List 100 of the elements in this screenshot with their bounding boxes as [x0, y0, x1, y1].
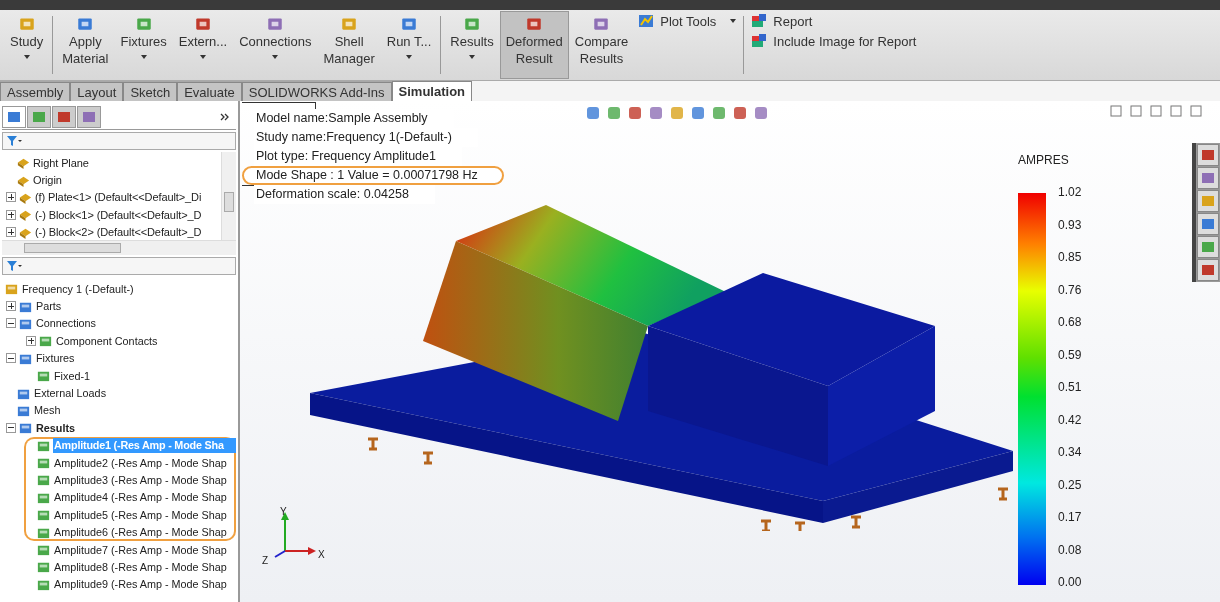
view-tool-icon[interactable]: [732, 105, 748, 121]
ribbon-button[interactable]: Fixtures: [114, 11, 173, 79]
pane-icon: [1200, 216, 1216, 232]
caret-icon: [406, 55, 413, 59]
task-pane-button[interactable]: [1197, 167, 1219, 189]
legend-value: 0.93: [1058, 217, 1082, 232]
view-tool-icon[interactable]: [627, 105, 643, 121]
ribbon-button[interactable]: Compare Results: [568, 11, 635, 79]
info-text: Deformation scale: 0.04258: [254, 185, 435, 204]
tree-item[interactable]: Results: [35, 420, 236, 436]
task-pane-button[interactable]: [1197, 144, 1219, 166]
report-button[interactable]: Report: [747, 12, 921, 30]
tab-icon: [56, 109, 72, 125]
ribbon-button[interactable]: Study: [4, 11, 50, 79]
expand-toggle[interactable]: [26, 335, 36, 346]
filter-bar[interactable]: [2, 132, 236, 150]
tree-item[interactable]: External Loads: [33, 385, 236, 401]
panel-tab[interactable]: [27, 106, 51, 128]
ribbon-tab[interactable]: Sketch: [123, 82, 178, 101]
expand-toggle[interactable]: [6, 192, 16, 203]
tree-item[interactable]: Amplitude8 (-Res Amp - Mode Shap: [53, 559, 236, 575]
expand-toggle[interactable]: [6, 422, 16, 433]
tree-item[interactable]: Frequency 1 (-Default-): [21, 281, 236, 297]
view-tool-icon[interactable]: [690, 105, 706, 121]
ribbon-tab[interactable]: SOLIDWORKS Add-Ins: [241, 82, 392, 101]
ribbon-button[interactable]: Extern...: [172, 11, 234, 79]
tree-item[interactable]: (f) Plate<1> (Default<<Default>_Di: [35, 191, 202, 204]
window-control-icon[interactable]: [1190, 105, 1202, 117]
tree-item[interactable]: Component Contacts: [55, 333, 236, 349]
task-pane-button[interactable]: [1197, 190, 1219, 212]
panel-tab[interactable]: [77, 106, 101, 128]
tree-item[interactable]: Amplitude9 (-Res Amp - Mode Shap: [53, 576, 236, 592]
view-tool-icon[interactable]: [711, 105, 727, 121]
pane-icon: [1200, 170, 1216, 186]
colored-block-icon: [463, 15, 481, 33]
tree-item[interactable]: Amplitude6 (-Res Amp - Mode Shap: [53, 524, 236, 540]
expand-toggle[interactable]: [6, 301, 16, 312]
window-control-icon[interactable]: [1130, 105, 1142, 117]
tree-item[interactable]: Right Plane: [33, 156, 89, 169]
ribbon-tab[interactable]: Assembly: [0, 82, 71, 101]
report-icon: [751, 33, 768, 49]
tree-item[interactable]: Parts: [35, 298, 236, 314]
legend-value: 1.02: [1058, 185, 1082, 199]
legend-title: AMPRES: [1018, 153, 1070, 167]
plot-tools-button[interactable]: Plot Tools: [634, 12, 741, 30]
expand-toggle[interactable]: [6, 209, 16, 220]
window-control-icon[interactable]: [1170, 105, 1182, 117]
ribbon-button[interactable]: Shell Manager: [317, 11, 381, 79]
ribbon-button[interactable]: Connections: [233, 11, 318, 79]
tree-item[interactable]: Amplitude4 (-Res Amp - Mode Shap: [53, 489, 236, 505]
ribbon-button[interactable]: Deformed Result: [499, 11, 569, 79]
view-tool-icon[interactable]: [669, 105, 685, 121]
expand-toggle[interactable]: [6, 227, 16, 238]
panel-tab[interactable]: [2, 106, 26, 128]
tree-item[interactable]: Connections: [35, 315, 236, 331]
ribbon-button[interactable]: Run T...: [380, 11, 438, 79]
info-text: Mode Shape : 1 Value = 0.00071798 Hz: [242, 166, 504, 185]
colored-block-icon: [400, 15, 419, 33]
report-button[interactable]: Include Image for Report: [747, 32, 921, 50]
window-control-icon[interactable]: [1150, 105, 1162, 117]
tab-icon: [81, 109, 97, 125]
ribbon-button[interactable]: Results: [444, 11, 500, 79]
task-pane-button[interactable]: [1197, 259, 1219, 281]
panel-tab[interactable]: [52, 106, 76, 128]
legend-value: 0.85: [1058, 250, 1082, 264]
task-pane-button[interactable]: [1197, 213, 1219, 235]
tree-item[interactable]: (-) Block<2> (Default<<Default>_D: [35, 226, 202, 239]
scroll-bar[interactable]: [221, 152, 236, 240]
filter-bar[interactable]: [2, 257, 236, 275]
view-tool-icon[interactable]: [648, 105, 664, 121]
legend-value: 0.68: [1058, 315, 1082, 329]
task-pane-button[interactable]: [1197, 236, 1219, 258]
view-tool-icon[interactable]: [753, 105, 769, 121]
tree-item[interactable]: Fixtures: [35, 350, 236, 366]
ribbon-tab[interactable]: Simulation: [391, 81, 473, 101]
expand-toggle[interactable]: [6, 318, 16, 329]
tree-item[interactable]: Amplitude5 (-Res Amp - Mode Shap: [53, 507, 236, 523]
colored-block-icon: [340, 15, 359, 33]
colored-block-icon: [193, 15, 212, 33]
scroll-bar[interactable]: [2, 240, 236, 255]
view-tool-icon[interactable]: [606, 105, 622, 121]
caret-icon: [140, 55, 147, 59]
tree-item[interactable]: Origin: [33, 174, 62, 187]
view-tool-icon[interactable]: [585, 105, 601, 121]
legend-value: 0.08: [1058, 542, 1082, 557]
expand-toggle[interactable]: [6, 353, 16, 364]
window-control-icon[interactable]: [1110, 105, 1122, 117]
expand-chevron-icon[interactable]: [220, 113, 230, 121]
ribbon-button[interactable]: Apply Material: [56, 11, 115, 79]
tree-item[interactable]: Mesh: [33, 402, 236, 418]
tree-item[interactable]: Amplitude2 (-Res Amp - Mode Shap: [53, 455, 236, 471]
tab-icon: [31, 109, 47, 125]
ribbon-tab[interactable]: Layout: [70, 82, 124, 101]
tree-item[interactable]: Fixed-1: [53, 368, 236, 384]
ribbon-tab[interactable]: Evaluate: [177, 82, 242, 101]
tree-item[interactable]: (-) Block<1> (Default<<Default>_D: [35, 208, 202, 221]
chart-icon: [638, 13, 655, 29]
tree-item[interactable]: Amplitude3 (-Res Amp - Mode Shap: [53, 472, 236, 488]
tree-item[interactable]: Amplitude7 (-Res Amp - Mode Shap: [53, 542, 236, 558]
legend-value: 0.42: [1058, 412, 1082, 427]
